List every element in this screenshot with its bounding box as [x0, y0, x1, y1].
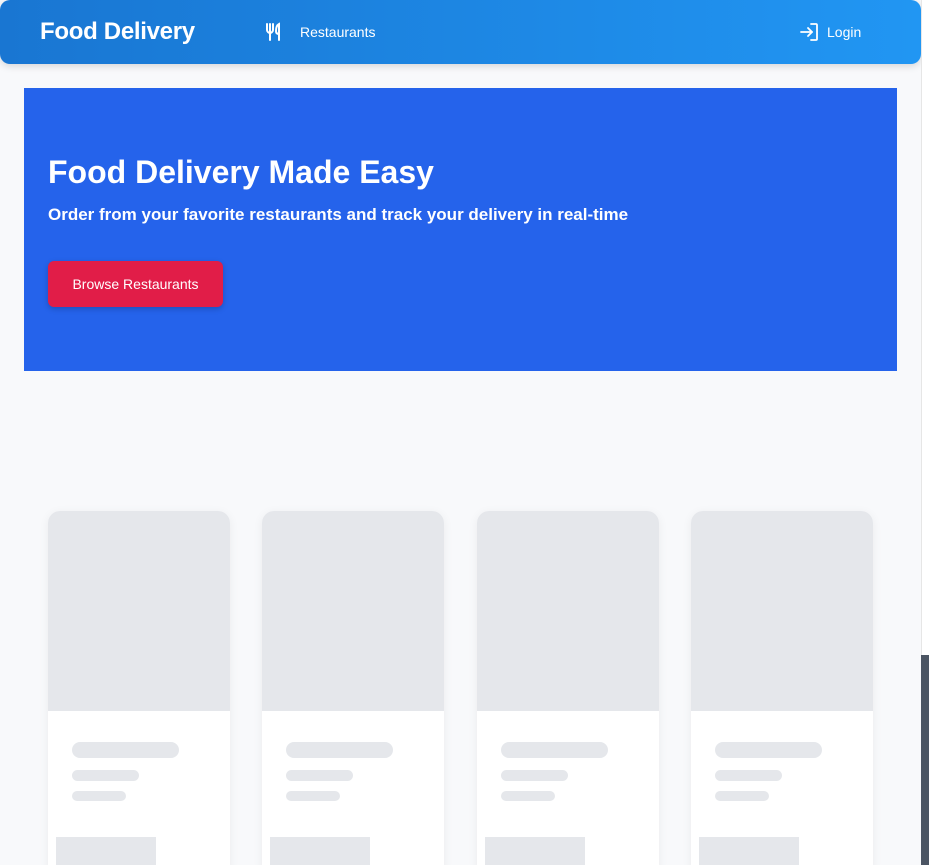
card-image-placeholder — [691, 511, 873, 711]
restaurant-card-skeleton — [691, 511, 873, 865]
card-text-placeholder — [715, 770, 782, 781]
card-text-placeholder — [501, 770, 568, 781]
card-title-placeholder — [501, 742, 608, 758]
restaurant-card-skeleton — [262, 511, 444, 865]
scrollbar-thumb[interactable] — [921, 655, 929, 865]
card-text-placeholder — [72, 791, 126, 801]
card-text-placeholder — [286, 770, 353, 781]
hero-subtitle: Order from your favorite restaurants and… — [48, 205, 629, 224]
nav-restaurants-link[interactable]: Restaurants — [264, 20, 375, 44]
brand-logo-text[interactable]: Food Delivery — [40, 17, 195, 47]
card-button-placeholder — [56, 837, 156, 865]
login-button[interactable]: Login — [798, 20, 861, 44]
restaurant-card-skeleton — [477, 511, 659, 865]
card-title-placeholder — [72, 742, 179, 758]
card-text-placeholder — [72, 770, 139, 781]
card-button-placeholder — [270, 837, 370, 865]
navbar: Food Delivery Restaurants Login — [0, 0, 921, 64]
card-text-placeholder — [715, 791, 769, 801]
card-image-placeholder — [477, 511, 659, 711]
restaurant-card-skeleton — [48, 511, 230, 865]
card-text-placeholder — [286, 791, 340, 801]
vertical-scrollbar[interactable] — [921, 0, 929, 865]
utensils-icon — [264, 22, 284, 42]
card-title-placeholder — [286, 742, 393, 758]
login-icon — [798, 21, 820, 43]
nav-restaurants-label: Restaurants — [300, 24, 376, 40]
card-text-placeholder — [501, 791, 555, 801]
card-button-placeholder — [485, 837, 585, 865]
card-image-placeholder — [262, 511, 444, 711]
card-button-placeholder — [699, 837, 799, 865]
card-title-placeholder — [715, 742, 822, 758]
hero-banner: Food Delivery Made Easy Order from your … — [24, 88, 897, 371]
card-image-placeholder — [48, 511, 230, 711]
page: Food Delivery Restaurants Login Food Del… — [0, 0, 929, 865]
hero-title: Food Delivery Made Easy — [48, 154, 434, 190]
browse-restaurants-button[interactable]: Browse Restaurants — [48, 261, 223, 307]
login-label: Login — [827, 24, 862, 40]
scrollbar-track[interactable] — [921, 0, 929, 655]
